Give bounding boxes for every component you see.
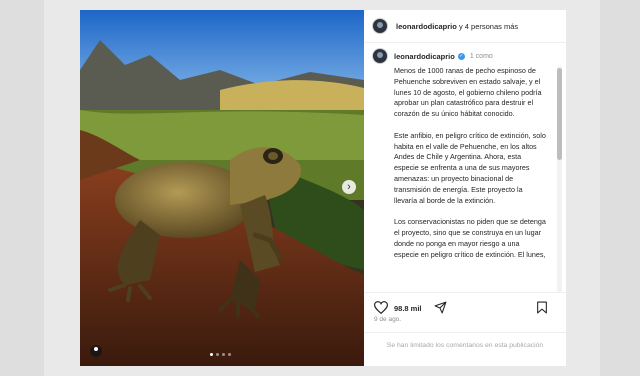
comments-limited-notice: Se han limitado los comentarios en esta …	[364, 332, 566, 351]
carousel-dot	[210, 353, 213, 356]
post-date[interactable]: 9 de ago.	[374, 316, 401, 323]
caption-text: Menos de 1000 ranas de pecho espinoso de…	[394, 66, 546, 259]
chevron-right-icon: ›	[347, 181, 351, 193]
left-background	[0, 0, 44, 376]
carousel-next-button[interactable]: ›	[342, 180, 356, 194]
carousel-dot	[222, 353, 225, 356]
carousel-dot	[228, 353, 231, 356]
post-photo: ›	[80, 10, 364, 366]
caption-avatar[interactable]	[372, 48, 388, 64]
verified-badge-icon: ✓	[457, 52, 465, 60]
likes-count[interactable]: 98.8 mil	[394, 304, 422, 313]
caption-username[interactable]: leonardodicaprio	[394, 52, 455, 61]
post-details-panel: leonardodicaprio y 4 personas más leonar…	[364, 10, 566, 366]
caption-time: 1 como	[469, 52, 493, 60]
caption-header: leonardodicaprio ✓ 1 como	[364, 48, 560, 64]
caption-section: leonardodicaprio ✓ 1 como Menos de 1000 …	[364, 48, 560, 288]
header-author: leonardodicaprio y 4 personas más	[396, 22, 518, 31]
caption-scrollbar-thumb[interactable]	[557, 68, 562, 160]
header-collaborators[interactable]: y 4 personas más	[459, 22, 518, 31]
right-background	[600, 0, 640, 376]
instagram-post: › leonardodicaprio y 4 personas más leon…	[80, 10, 566, 366]
frog-photo-illustration	[80, 10, 364, 366]
avatar[interactable]	[372, 18, 388, 34]
carousel-indicator	[210, 353, 231, 356]
heart-icon[interactable]	[374, 301, 388, 314]
post-actions: 98.8 mil	[364, 292, 566, 315]
header-username[interactable]: leonardodicaprio	[396, 22, 457, 31]
user-tag-icon[interactable]	[90, 345, 102, 357]
post-header: leonardodicaprio y 4 personas más	[364, 10, 566, 43]
carousel-dot	[216, 353, 219, 356]
bookmark-icon[interactable]	[536, 301, 548, 314]
send-icon[interactable]	[434, 301, 447, 314]
